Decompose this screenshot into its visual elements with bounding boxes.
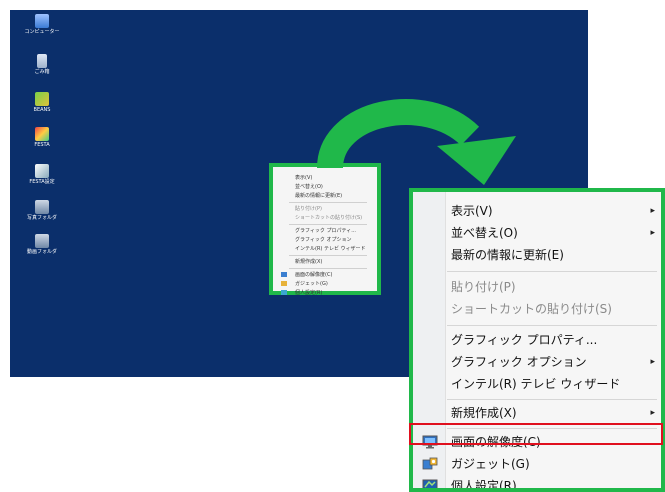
chevron-right-icon: ▸	[650, 206, 655, 216]
gadget-icon	[422, 457, 438, 470]
menu-divider	[447, 399, 657, 400]
chevron-right-icon: ▸	[650, 408, 655, 418]
menu-item-intel-tv-wizard[interactable]: インテル(R) テレビ ウィザード	[413, 373, 661, 395]
screen-resolution-highlight	[409, 423, 663, 445]
menu-item-paste-shortcut[interactable]: ショートカットの貼り付け(S)	[413, 298, 661, 320]
menu-divider	[447, 271, 657, 272]
menu-item-paste[interactable]: 貼り付け(P)	[413, 276, 661, 298]
menu-divider	[447, 325, 657, 326]
menu-item-refresh[interactable]: 最新の情報に更新(E)	[413, 244, 661, 266]
menu-item-view[interactable]: 表示(V) ▸	[413, 200, 661, 222]
menu-item-graphics-options[interactable]: グラフィック オプション ▸	[413, 351, 661, 373]
menu-item-personalize[interactable]: 個人設定(R)	[413, 475, 661, 488]
chevron-right-icon: ▸	[650, 228, 655, 238]
menu-item-sort[interactable]: 並べ替え(O) ▸	[413, 222, 661, 244]
menu-item-new[interactable]: 新規作成(X) ▸	[413, 402, 661, 424]
menu-item-graphics-properties[interactable]: グラフィック プロパティ...	[413, 329, 661, 351]
menu-item-gadgets[interactable]: ガジェット(G)	[413, 453, 661, 475]
context-menu-frame: 表示(V) ▸ 並べ替え(O) ▸ 最新の情報に更新(E) 貼り付け(P) ショ…	[409, 188, 665, 492]
chevron-right-icon: ▸	[650, 357, 655, 367]
personalize-icon	[422, 479, 438, 488]
